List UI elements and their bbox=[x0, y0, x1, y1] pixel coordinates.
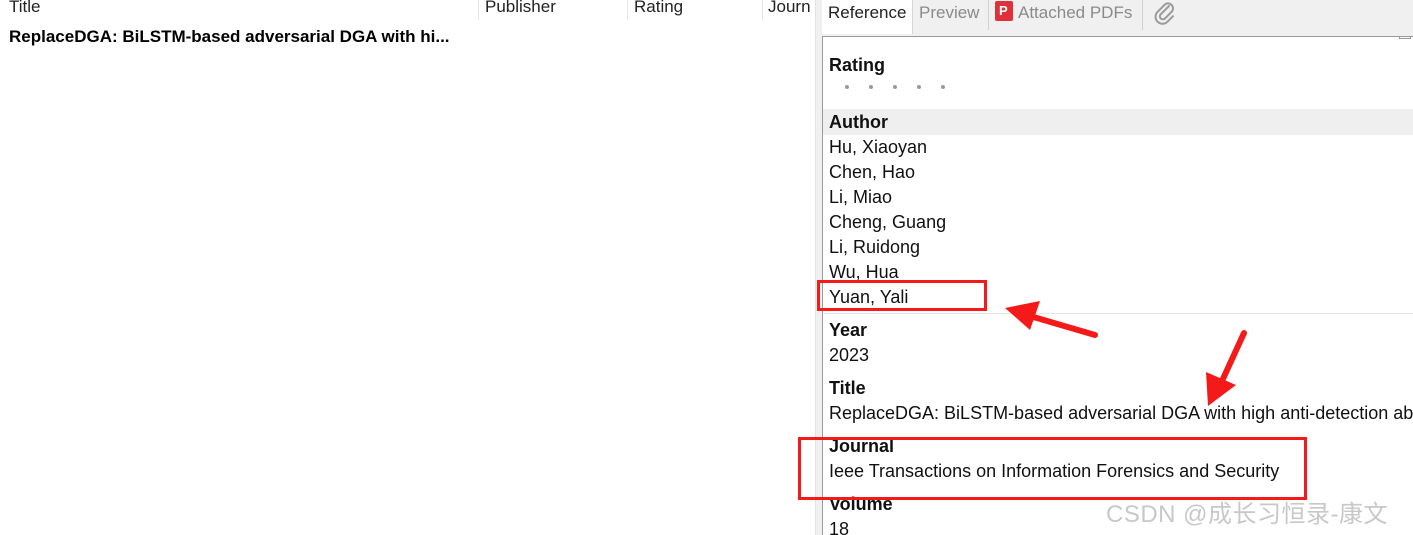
list-header: Title Publisher Rating Journ bbox=[0, 0, 815, 22]
pdf-icon bbox=[995, 1, 1013, 21]
author-label: Author bbox=[829, 112, 888, 132]
column-header-publisher[interactable]: Publisher bbox=[485, 0, 620, 18]
watermark: CSDN @成长习恒录-康文 bbox=[1106, 501, 1389, 528]
rating-star[interactable] bbox=[845, 85, 849, 89]
author-value[interactable]: Cheng, Guang bbox=[829, 210, 1413, 235]
tab-divider bbox=[988, 0, 989, 30]
tab-preview[interactable]: Preview bbox=[913, 0, 988, 34]
tab-reference[interactable]: Reference bbox=[822, 0, 913, 34]
column-header-title[interactable]: Title bbox=[9, 0, 469, 18]
author-value[interactable]: Chen, Hao bbox=[829, 160, 1413, 185]
title-label: Title bbox=[829, 378, 866, 398]
author-value[interactable]: Li, Ruidong bbox=[829, 235, 1413, 260]
year-label: Year bbox=[829, 320, 868, 340]
tab-attached-pdfs[interactable]: Attached PDFs bbox=[1013, 0, 1141, 34]
rating-star[interactable] bbox=[917, 85, 921, 89]
tab-reference-label: Reference bbox=[828, 3, 907, 22]
column-divider[interactable] bbox=[478, 0, 479, 20]
field-divider bbox=[823, 313, 1413, 314]
endnote-window: Title Publisher Rating Journ ReplaceDGA:… bbox=[0, 0, 1413, 535]
annotation-box-author bbox=[817, 280, 987, 311]
tab-attached-pdfs-label: Attached PDFs bbox=[1018, 3, 1133, 22]
year-value[interactable]: 2023 bbox=[829, 343, 1413, 368]
author-value[interactable]: Li, Miao bbox=[829, 185, 1413, 210]
paperclip-icon[interactable] bbox=[1152, 0, 1178, 26]
detail-tabbar: Reference Preview Attached PDFs bbox=[822, 0, 1413, 34]
rating-star[interactable] bbox=[869, 85, 873, 89]
row-title-cell: ReplaceDGA: BiLSTM-based adversarial DGA… bbox=[9, 27, 450, 46]
column-divider[interactable] bbox=[762, 0, 763, 20]
rating-field: Rating bbox=[829, 53, 1413, 78]
rating-star[interactable] bbox=[941, 85, 945, 89]
column-divider[interactable] bbox=[627, 0, 628, 20]
year-field[interactable]: Year 2023 bbox=[829, 318, 1413, 368]
annotation-box-journal bbox=[798, 437, 1307, 500]
column-header-journal[interactable]: Journ bbox=[768, 0, 815, 18]
author-value[interactable]: Hu, Xiaoyan bbox=[829, 135, 1413, 160]
scrollbar-arrow[interactable] bbox=[1399, 37, 1411, 39]
rating-label: Rating bbox=[829, 55, 885, 75]
column-header-rating[interactable]: Rating bbox=[634, 0, 759, 18]
table-row[interactable]: ReplaceDGA: BiLSTM-based adversarial DGA… bbox=[0, 26, 815, 50]
tab-divider bbox=[1142, 0, 1143, 30]
reference-list-pane: Title Publisher Rating Journ ReplaceDGA:… bbox=[0, 0, 815, 535]
tab-preview-label: Preview bbox=[919, 3, 980, 22]
rating-star[interactable] bbox=[893, 85, 897, 89]
title-value[interactable]: ReplaceDGA: BiLSTM-based adversarial DGA… bbox=[829, 401, 1413, 426]
title-field[interactable]: Title ReplaceDGA: BiLSTM-based adversari… bbox=[829, 376, 1413, 426]
